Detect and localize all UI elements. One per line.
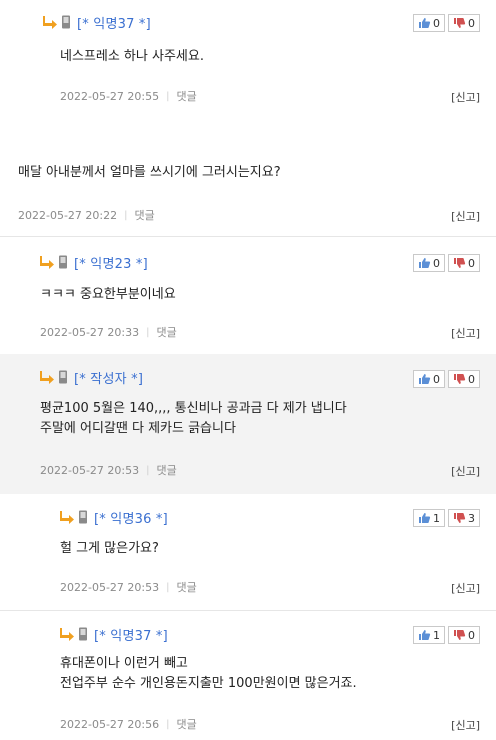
thumbs-up-icon — [419, 630, 431, 640]
comment-meta: 2022-05-27 20:53 | 댓글 — [40, 462, 177, 478]
reply-arrow-icon — [40, 256, 54, 269]
vote-buttons: 1 0 — [413, 626, 480, 644]
comment-header: [* 작성자 *] — [40, 368, 143, 387]
comment-text: 매달 아내분께서 얼마를 쓰시기에 그러시는지요? — [18, 165, 281, 180]
thumbs-down-button[interactable]: 0 — [448, 14, 480, 32]
thumbs-up-icon — [419, 513, 431, 523]
comment-date: 2022-05-27 20:55 — [60, 89, 160, 103]
comment-date: 2022-05-27 20:33 — [40, 325, 140, 339]
separator: | — [166, 581, 170, 593]
thumbs-down-button[interactable]: 0 — [448, 626, 480, 644]
comment-date: 2022-05-27 20:56 — [60, 717, 160, 731]
author-comment-item: [* 작성자 *] 0 0 평균100 5월은 140,,,, 통신비나 공과금… — [0, 354, 496, 494]
thumbs-up-button[interactable]: 1 — [413, 509, 445, 527]
reply-arrow-icon — [60, 628, 74, 641]
comment-meta: 2022-05-27 20:55 | 댓글 — [60, 88, 197, 104]
vote-buttons: 0 0 — [413, 254, 480, 272]
separator: | — [146, 464, 150, 476]
thumbs-down-icon — [454, 258, 466, 268]
comment-author[interactable]: [* 익명36 *] — [94, 508, 168, 527]
report-link[interactable]: [신고] — [451, 208, 480, 224]
comment-item: [* 익명37 *] 0 0 네스프레소 하나 사주세요. 2022-05-27… — [0, 0, 496, 118]
report-link[interactable]: [신고] — [451, 325, 480, 341]
comment-text: 평균100 5월은 140,,,, 통신비나 공과금 다 제가 냅니다 주말에 … — [40, 401, 347, 436]
thumbs-down-icon — [454, 513, 466, 523]
reply-link[interactable]: 댓글 — [177, 716, 197, 732]
comment-header: [* 익명23 *] — [40, 253, 148, 272]
reply-link[interactable]: 댓글 — [177, 579, 197, 595]
comment-header: [* 익명36 *] — [60, 508, 168, 527]
thumbs-up-button[interactable]: 0 — [413, 14, 445, 32]
comment-meta: 2022-05-27 20:33 | 댓글 — [40, 324, 177, 340]
thumbs-up-button[interactable]: 0 — [413, 254, 445, 272]
reply-link[interactable]: 댓글 — [157, 324, 177, 340]
separator: | — [166, 90, 170, 102]
thumbs-down-button[interactable]: 0 — [448, 370, 480, 388]
report-link[interactable]: [신고] — [451, 717, 480, 733]
thumbs-up-icon — [419, 18, 431, 28]
comment-meta: 2022-05-27 20:53 | 댓글 — [60, 579, 197, 595]
vote-buttons: 0 0 — [413, 370, 480, 388]
separator: | — [124, 209, 128, 221]
comment-item: [* 익명37 *] 1 0 휴대폰이나 이런거 빼고 전업주부 순수 개인용돈… — [0, 611, 496, 740]
thumbs-down-icon — [454, 630, 466, 640]
comment-date: 2022-05-27 20:53 — [40, 463, 140, 477]
thumbs-down-button[interactable]: 0 — [448, 254, 480, 272]
vote-buttons: 0 0 — [413, 14, 480, 32]
separator: | — [166, 718, 170, 730]
vote-buttons: 1 3 — [413, 509, 480, 527]
comment-item: [* 익명23 *] 0 0 ㅋㅋㅋ 중요한부분이네요 2022-05-27 2… — [0, 237, 496, 354]
comment-item: [* 익명36 *] 1 3 헐 그게 많은가요? 2022-05-27 20:… — [0, 494, 496, 610]
comment-date: 2022-05-27 20:22 — [18, 208, 118, 222]
thumbs-down-icon — [454, 18, 466, 28]
thumbs-down-icon — [454, 374, 466, 384]
comment-meta: 2022-05-27 20:22 | 댓글 — [18, 207, 155, 223]
comment-date: 2022-05-27 20:53 — [60, 580, 160, 594]
comment-author[interactable]: [* 작성자 *] — [74, 368, 143, 387]
mobile-phone-icon — [59, 255, 67, 269]
reply-arrow-icon — [60, 511, 74, 524]
comment-header: [* 익명37 *] — [60, 625, 168, 644]
thumbs-up-icon — [419, 258, 431, 268]
comment-meta: 2022-05-27 20:56 | 댓글 — [60, 716, 197, 732]
separator: | — [146, 326, 150, 338]
thumbs-up-icon — [419, 374, 431, 384]
comment-text: 휴대폰이나 이런거 빼고 전업주부 순수 개인용돈지출만 100만원이면 많은거… — [60, 656, 357, 691]
mobile-phone-icon — [79, 627, 87, 641]
comment-text: ㅋㅋㅋ 중요한부분이네요 — [40, 287, 176, 302]
comment-item: 매달 아내분께서 얼마를 쓰시기에 그러시는지요? 2022-05-27 20:… — [0, 150, 496, 236]
thumbs-down-button[interactable]: 3 — [448, 509, 480, 527]
reply-link[interactable]: 댓글 — [135, 207, 155, 223]
reply-link[interactable]: 댓글 — [157, 462, 177, 478]
reply-link[interactable]: 댓글 — [177, 88, 197, 104]
comment-text: 헐 그게 많은가요? — [60, 541, 159, 556]
report-link[interactable]: [신고] — [451, 463, 480, 479]
reply-arrow-icon — [40, 371, 54, 384]
comment-header: [* 익명37 *] — [43, 13, 151, 32]
report-link[interactable]: [신고] — [451, 580, 480, 596]
report-link[interactable]: [신고] — [451, 89, 480, 105]
comment-author[interactable]: [* 익명23 *] — [74, 253, 148, 272]
thumbs-up-button[interactable]: 1 — [413, 626, 445, 644]
reply-arrow-icon — [43, 16, 57, 29]
comment-author[interactable]: [* 익명37 *] — [77, 13, 151, 32]
mobile-phone-icon — [79, 510, 87, 524]
comment-author[interactable]: [* 익명37 *] — [94, 625, 168, 644]
thumbs-up-button[interactable]: 0 — [413, 370, 445, 388]
comment-text: 네스프레소 하나 사주세요. — [60, 49, 204, 64]
mobile-phone-icon — [59, 370, 67, 384]
mobile-phone-icon — [62, 15, 70, 29]
